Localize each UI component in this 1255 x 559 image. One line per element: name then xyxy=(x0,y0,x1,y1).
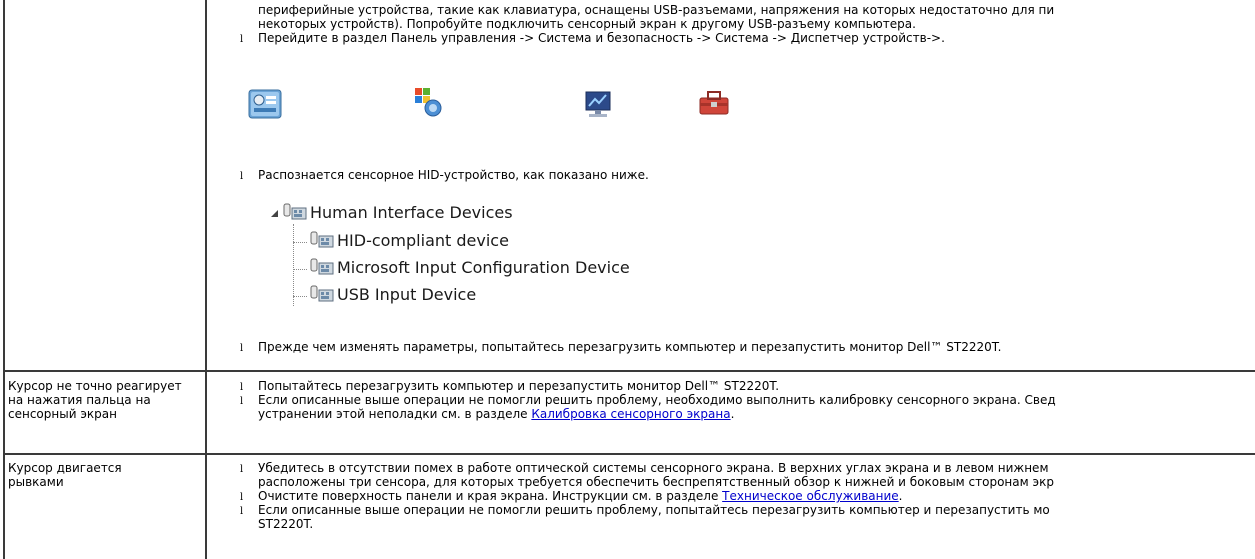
tree-guide-line xyxy=(293,224,294,306)
tree-expand-arrow-icon[interactable] xyxy=(270,209,279,218)
tree-item-label[interactable]: Microsoft Input Configuration Device xyxy=(337,258,630,277)
table-border-left xyxy=(3,0,5,559)
tree-item-label[interactable]: HID-compliant device xyxy=(337,231,509,250)
tree-guide-line xyxy=(293,296,307,297)
solution-clean: Очистите поверхность панели и края экран… xyxy=(258,489,903,503)
tree-guide-line xyxy=(293,242,307,243)
problem-cell: Курсор не точно реагирует на нажатия пал… xyxy=(8,379,182,421)
solution-calibrate-cont: устранении этой неполадки см. в разделе … xyxy=(258,407,734,421)
row-divider xyxy=(3,370,1255,372)
hid-device-icon xyxy=(310,231,334,248)
tree-item-label[interactable]: USB Input Device xyxy=(337,285,476,304)
bullet-marker: l xyxy=(240,343,244,354)
row-divider xyxy=(3,453,1255,455)
control-panel-icon xyxy=(248,88,282,120)
security-shield-icon xyxy=(411,86,445,118)
instruction-device-manager: Перейдите в раздел Панель управления -> … xyxy=(258,31,945,45)
hid-device-icon xyxy=(310,258,334,275)
solution-calibrate: Если описанные выше операции не помогли … xyxy=(258,393,1056,407)
solution-text: Очистите поверхность панели и края экран… xyxy=(258,489,723,503)
bullet-marker: l xyxy=(240,506,244,517)
bullet-marker: l xyxy=(240,171,244,182)
table-column-divider xyxy=(205,0,207,559)
solution-optical-check-cont: расположены три сенсора, для которых тре… xyxy=(258,475,1054,489)
problem-cell: Курсор двигается рывками xyxy=(8,461,122,489)
instruction-restart: Прежде чем изменять параметры, попытайте… xyxy=(258,340,1002,354)
link-maintenance[interactable]: Техническое обслуживание xyxy=(722,489,899,503)
device-manager-toolbox-icon xyxy=(697,86,731,118)
hid-device-icon xyxy=(310,285,334,302)
solution-restart: Попытайтесь перезагрузить компьютер и пе… xyxy=(258,379,780,393)
solution-restart-final-cont: ST2220T. xyxy=(258,517,314,531)
system-monitor-icon xyxy=(581,88,615,120)
solution-restart-final: Если описанные выше операции не помогли … xyxy=(258,503,1050,517)
bullet-marker: l xyxy=(240,382,244,393)
hid-device-icon xyxy=(283,203,307,220)
solution-optical-check: Убедитесь в отсутствии помех в работе оп… xyxy=(258,461,1049,475)
instruction-hid-recognized: Распознается сенсорное HID-устройство, к… xyxy=(258,168,649,182)
tree-root-label[interactable]: Human Interface Devices xyxy=(310,203,513,222)
bullet-marker: l xyxy=(240,464,244,475)
solution-text: устранении этой неполадки см. в разделе xyxy=(258,407,532,421)
paragraph-continuation: некоторых устройств). Попробуйте подключ… xyxy=(258,17,916,31)
link-touch-calibration[interactable]: Калибровка сенсорного экрана xyxy=(531,407,730,421)
bullet-marker: l xyxy=(240,396,244,407)
bullet-marker: l xyxy=(240,34,244,45)
bullet-marker: l xyxy=(240,492,244,503)
solution-text: . xyxy=(730,407,735,421)
paragraph-continuation: периферийные устройства, такие как клави… xyxy=(258,3,1055,17)
tree-guide-line xyxy=(293,269,307,270)
solution-text: . xyxy=(898,489,903,503)
